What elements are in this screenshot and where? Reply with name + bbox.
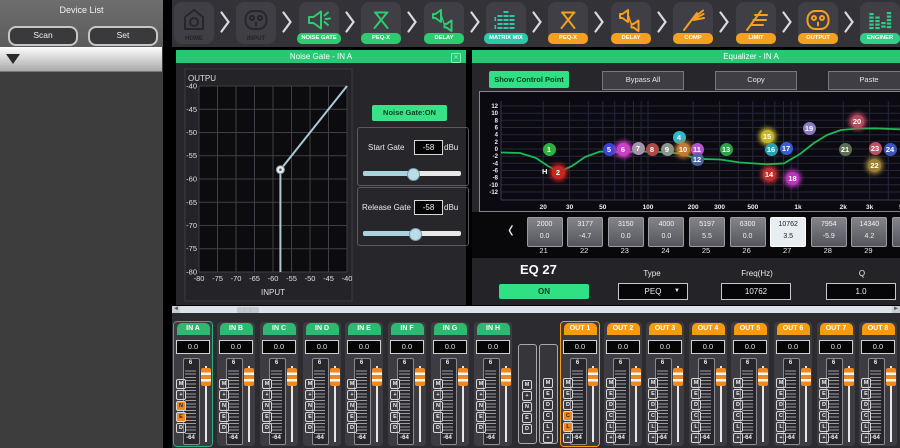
svg-text:-80: -80 [186, 268, 197, 277]
svg-text:-60: -60 [186, 175, 197, 184]
svg-text:2k: 2k [840, 204, 848, 209]
svg-text:-40: -40 [342, 274, 353, 283]
svg-text:-45: -45 [186, 105, 197, 114]
svg-text:-65: -65 [249, 274, 260, 283]
svg-text:-50: -50 [305, 274, 316, 283]
svg-text:3k: 3k [866, 204, 874, 209]
svg-text:1k: 1k [794, 204, 802, 209]
svg-text:20: 20 [540, 204, 548, 209]
svg-text:0: 0 [495, 147, 499, 153]
svg-text:10: 10 [491, 111, 498, 117]
svg-text:-60: -60 [268, 274, 279, 283]
svg-text:-75: -75 [212, 274, 223, 283]
svg-text:-4: -4 [493, 161, 499, 167]
svg-text:100: 100 [643, 204, 654, 209]
svg-text:-8: -8 [493, 176, 499, 182]
svg-text:4: 4 [495, 133, 499, 139]
svg-text:-55: -55 [186, 151, 197, 160]
svg-text:-6: -6 [493, 169, 499, 175]
svg-text:-50: -50 [186, 128, 197, 137]
svg-text:50: 50 [599, 204, 607, 209]
svg-text:2: 2 [495, 140, 499, 146]
svg-text:-10: -10 [489, 183, 498, 189]
svg-text:-12: -12 [489, 190, 498, 196]
svg-text:INPUT: INPUT [261, 288, 285, 297]
svg-text:-75: -75 [186, 244, 197, 253]
svg-text:-70: -70 [231, 274, 242, 283]
svg-text:300: 300 [714, 204, 725, 209]
svg-text:-45: -45 [323, 274, 334, 283]
svg-text:-70: -70 [186, 221, 197, 230]
svg-text:6: 6 [495, 126, 499, 132]
svg-text:-55: -55 [286, 274, 297, 283]
svg-text:OUTPU: OUTPU [188, 74, 216, 83]
svg-text:12: 12 [491, 104, 498, 110]
svg-text:500: 500 [747, 204, 758, 209]
svg-text:-65: -65 [186, 198, 197, 207]
svg-text:-2: -2 [493, 154, 499, 160]
svg-text:200: 200 [688, 204, 699, 209]
svg-text:8: 8 [495, 118, 499, 124]
svg-text:30: 30 [566, 204, 574, 209]
